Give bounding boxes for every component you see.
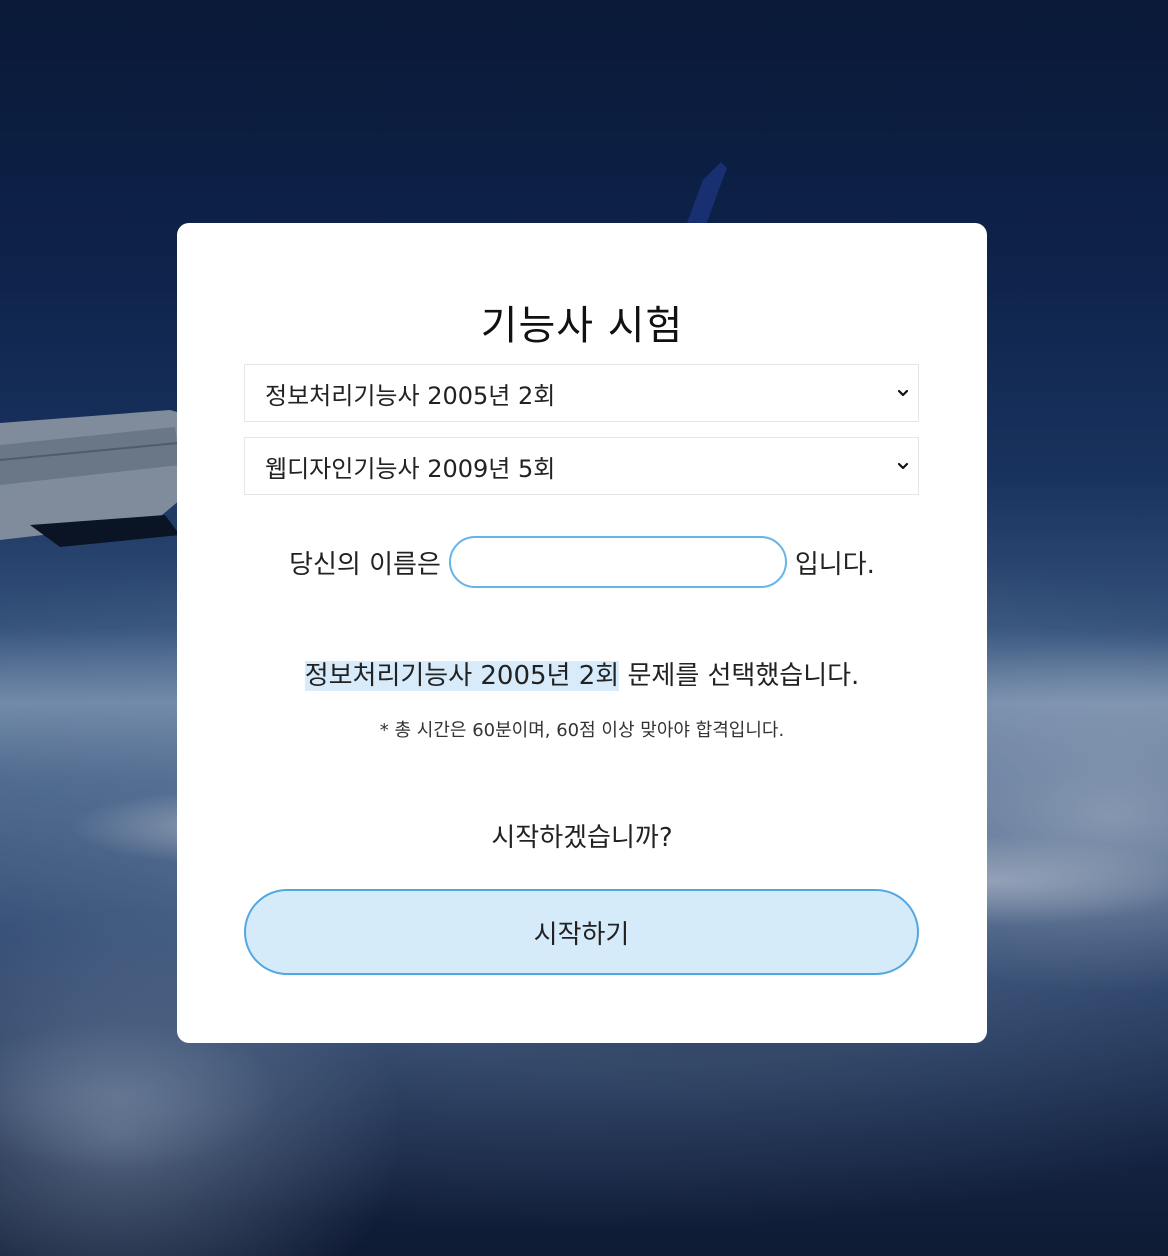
chevron-down-icon: [897, 462, 909, 470]
name-row: 당신의 이름은 입니다.: [177, 536, 987, 588]
exam-select-1[interactable]: 정보처리기능사 2005년 2회: [244, 364, 919, 422]
name-prefix-label: 당신의 이름은: [289, 549, 441, 580]
exam-select-2-value: 웹디자인기능사 2009년 5회: [265, 454, 556, 483]
name-input[interactable]: [448, 536, 787, 588]
chevron-down-icon: [897, 389, 909, 397]
exam-select-1-value: 정보처리기능사 2005년 2회: [265, 381, 556, 410]
exam-select-2[interactable]: 웹디자인기능사 2009년 5회: [244, 437, 919, 495]
selection-message: 정보처리기능사 2005년 2회 문제를 선택했습니다.: [177, 655, 987, 692]
start-question: 시작하겠습니까?: [491, 823, 673, 853]
selected-exam-highlight: 정보처리기능사 2005년 2회: [304, 661, 620, 691]
exam-rule-note: * 총 시간은 60분이며, 60점 이상 맞아야 합격입니다.: [379, 720, 785, 741]
exam-dialog: 기능사 시험 정보처리기능사 2005년 2회 웹디자인기능사 2009년 5회…: [177, 223, 987, 1043]
name-suffix-label: 입니다.: [794, 549, 875, 580]
page-title: 기능사 시험: [480, 303, 684, 349]
start-button[interactable]: 시작하기: [244, 889, 919, 975]
selection-message-rest: 문제를 선택했습니다.: [619, 661, 860, 691]
